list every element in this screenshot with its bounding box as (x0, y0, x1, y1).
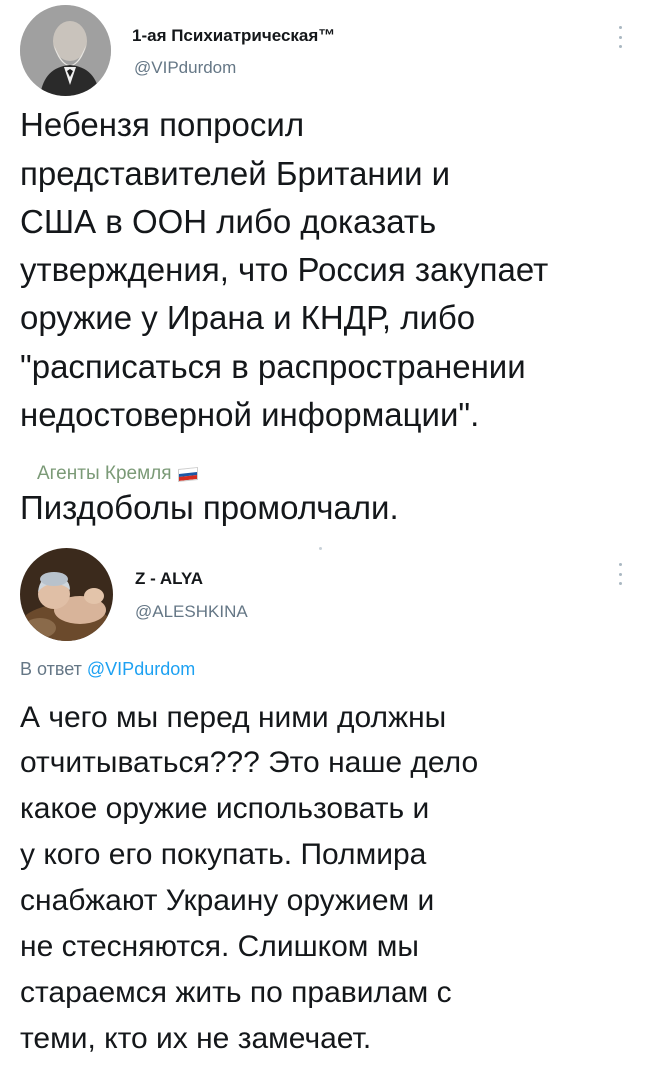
reply-more-menu[interactable] (614, 563, 626, 585)
reply-text-line: снабжают Украину оружием и (20, 884, 435, 917)
tweet-text-line: недостоверной информации". (20, 396, 480, 433)
more-dot (618, 45, 622, 48)
reply-to-prefix: В ответ (20, 659, 82, 679)
community-label-text: Агенты Кремля (37, 463, 172, 484)
reply-author-handle[interactable]: @ALESHKINA (135, 602, 248, 622)
author-avatar[interactable] (20, 5, 111, 96)
followup-text: Пиздоболы промолчали. (20, 489, 399, 526)
reply-text-line: теми, кто их не замечает. (20, 1022, 372, 1055)
more-dot (618, 572, 622, 576)
more-dot (618, 582, 622, 585)
reply-text-line: какое оружие использовать и (20, 792, 430, 825)
more-dot (618, 26, 622, 29)
tweet-text-line: утверждения, что Россия закупает (20, 251, 549, 288)
reply-text-line: не стесняются. Слишком мы (20, 930, 419, 963)
tweet-text-line: оружие у Ирана и КНДР, либо (20, 299, 476, 336)
author-display-name[interactable]: 1-ая Психиатрическая™ (132, 26, 335, 46)
russia-flag-icon (177, 466, 198, 482)
tweet-text-line: Небензя попросил (20, 106, 305, 143)
reply-text-line: А чего мы перед ними должны (20, 701, 447, 734)
reply-text-line: у кого его покупать. Полмира (20, 838, 427, 871)
author-handle[interactable]: @VIPdurdom (134, 58, 236, 78)
reply-to-mention[interactable]: @VIPdurdom (87, 659, 195, 679)
reply-text-line: стараемся жить по правилам с (20, 976, 452, 1009)
reply-text-line: отчитываться??? Это наше дело (20, 746, 479, 779)
reply-author-display-name[interactable]: Z - ALYA (135, 569, 203, 589)
tweet-text-line: "расписаться в распространении (20, 348, 526, 385)
reply-author-avatar[interactable] (20, 548, 113, 641)
reply-to-line: В ответ @VIPdurdom (20, 659, 195, 680)
community-label[interactable]: Агенты Кремля (37, 463, 198, 485)
tweet-more-menu[interactable] (614, 26, 626, 48)
more-dot (618, 35, 622, 39)
tweet-text-line: США в ООН либо доказать (20, 203, 437, 240)
more-dot (618, 563, 622, 566)
thread-separator (319, 547, 322, 550)
tweet-text-line: представителей Британии и (20, 155, 451, 192)
